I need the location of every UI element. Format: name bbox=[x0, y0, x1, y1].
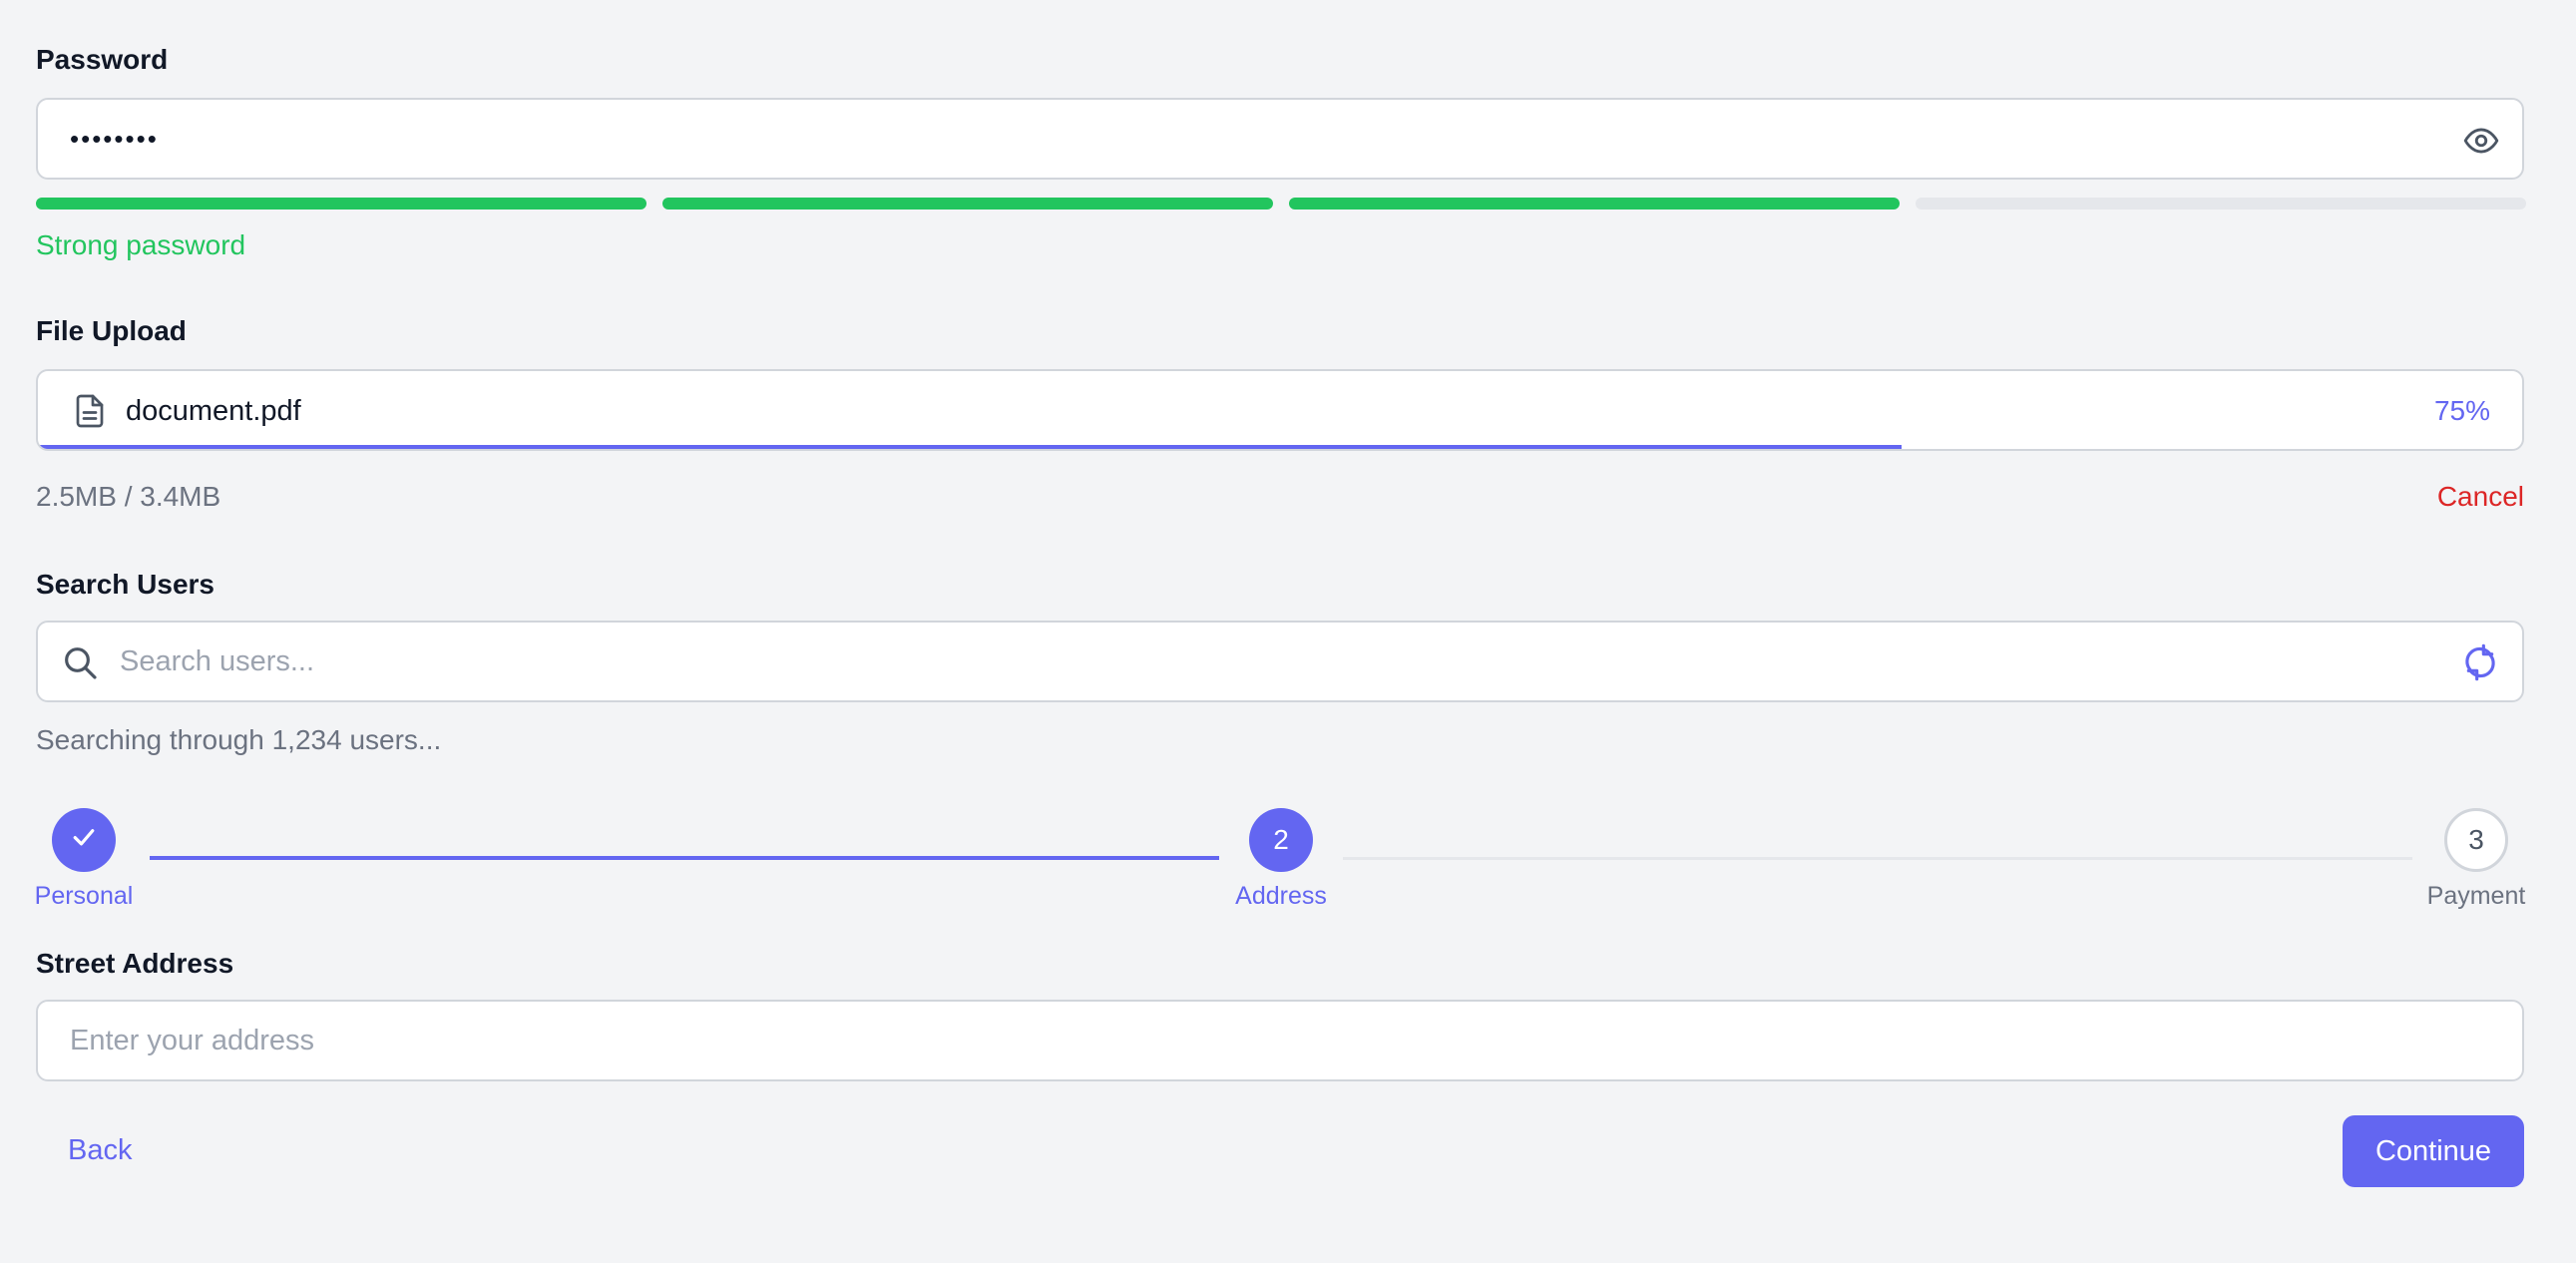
upload-filename: document.pdf bbox=[126, 395, 301, 427]
upload-progress-bar bbox=[38, 445, 1902, 449]
search-status: Searching through 1,234 users... bbox=[36, 724, 442, 755]
upload-size: 2.5MB / 3.4MB bbox=[36, 481, 221, 512]
continue-button[interactable]: Continue bbox=[2343, 1115, 2524, 1187]
password-label: Password bbox=[36, 44, 169, 75]
step-1-label: Personal bbox=[34, 882, 134, 910]
upload-box: document.pdf 75% bbox=[36, 369, 2524, 451]
search-field[interactable] bbox=[36, 621, 2524, 702]
document-icon bbox=[72, 393, 108, 429]
strength-segment-3 bbox=[1289, 198, 1900, 210]
step-2-circle[interactable]: 2 bbox=[1249, 808, 1313, 872]
step-connector-2 bbox=[1343, 857, 2412, 860]
eye-icon[interactable] bbox=[2462, 122, 2500, 160]
address-field[interactable] bbox=[36, 1000, 2524, 1081]
step-2-label: Address bbox=[1235, 882, 1327, 910]
street-address-label: Street Address bbox=[36, 948, 234, 979]
file-upload-label: File Upload bbox=[36, 315, 187, 346]
step-connector-1 bbox=[150, 856, 1219, 860]
strength-segment-1 bbox=[36, 198, 646, 210]
address-input[interactable] bbox=[70, 1002, 2490, 1079]
check-icon bbox=[69, 822, 99, 859]
password-input[interactable] bbox=[70, 100, 2432, 178]
strength-segment-2 bbox=[662, 198, 1273, 210]
cancel-upload-button[interactable]: Cancel bbox=[2437, 481, 2524, 513]
back-button[interactable]: Back bbox=[68, 1134, 132, 1167]
search-icon bbox=[60, 642, 100, 682]
refresh-icon bbox=[2460, 642, 2500, 682]
strength-segment-4 bbox=[1916, 198, 2526, 210]
step-3-circle[interactable]: 3 bbox=[2444, 808, 2508, 872]
upload-percent: 75% bbox=[2433, 395, 2490, 426]
search-input[interactable] bbox=[120, 623, 2432, 700]
step-1-circle[interactable] bbox=[52, 808, 116, 872]
step-3-label: Payment bbox=[2426, 882, 2526, 910]
search-users-label: Search Users bbox=[36, 569, 215, 600]
password-field[interactable] bbox=[36, 98, 2524, 180]
strength-text: Strong password bbox=[36, 229, 246, 260]
